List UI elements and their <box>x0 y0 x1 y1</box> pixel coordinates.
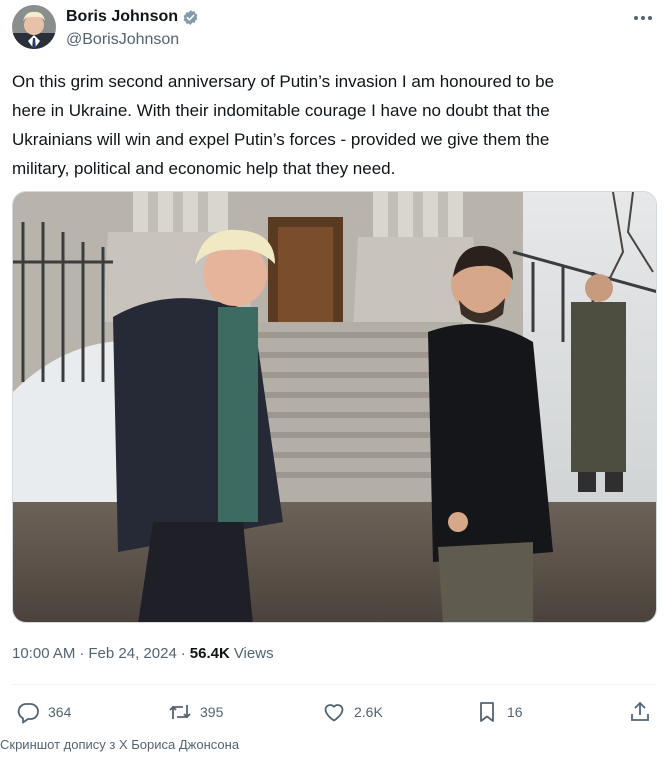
tweet-page: Boris Johnson @BorisJohnson On this grim… <box>0 0 665 768</box>
tweet-text-line: military, political and economic help th… <box>12 159 396 178</box>
screenshot-caption: Скриншот допису з X Бориса Джонсона <box>0 737 240 752</box>
tweet-meta: 10:00 AM · Feb 24, 2024 · 56.4K Views <box>12 645 274 662</box>
heart-icon <box>324 704 344 722</box>
tweet-actions: 364 395 2.6K 16 <box>12 690 657 734</box>
repost-button[interactable]: 395 <box>168 700 223 724</box>
verified-badge-icon <box>183 9 198 25</box>
bookmark-count: 16 <box>507 704 523 720</box>
like-count: 2.6K <box>354 704 383 720</box>
more-options-button[interactable] <box>629 7 657 29</box>
photo-image <box>13 192 656 622</box>
avatar-image <box>12 5 56 49</box>
views-count[interactable]: 56.4K <box>190 645 230 662</box>
share-upload-icon <box>631 701 649 721</box>
repost-arrows-icon <box>169 705 191 719</box>
reply-bubble-icon <box>17 703 39 724</box>
tweet-time[interactable]: 10:00 AM <box>12 645 75 662</box>
tweet-header: Boris Johnson @BorisJohnson <box>12 5 657 53</box>
reply-count: 364 <box>48 704 72 720</box>
more-dots-icon <box>634 16 652 20</box>
author-avatar[interactable] <box>12 5 56 49</box>
meta-separator: · <box>79 645 85 662</box>
repost-count: 395 <box>200 704 224 720</box>
share-button[interactable] <box>628 700 652 724</box>
views-label: Views <box>233 645 274 662</box>
divider <box>12 684 657 685</box>
reply-button[interactable]: 364 <box>16 700 71 724</box>
tweet-text-line: On this grim second anniversary of Putin… <box>12 72 555 91</box>
like-button[interactable]: 2.6K <box>322 700 383 724</box>
author-handle[interactable]: @BorisJohnson <box>66 31 179 49</box>
tweet-photo[interactable] <box>12 191 657 623</box>
meta-separator: · <box>180 645 186 662</box>
bookmark-icon <box>480 702 494 722</box>
tweet-text-line: here in Ukraine. With their indomitable … <box>12 101 550 120</box>
tweet-text-line: Ukrainians will win and expel Putin’s fo… <box>12 130 550 149</box>
author-name[interactable]: Boris Johnson <box>66 8 178 26</box>
tweet-date[interactable]: Feb 24, 2024 <box>88 645 176 662</box>
tweet-text: On this grim second anniversary of Putin… <box>12 67 657 183</box>
bookmark-button[interactable]: 16 <box>475 700 523 724</box>
author-name-row[interactable]: Boris Johnson <box>66 8 199 26</box>
